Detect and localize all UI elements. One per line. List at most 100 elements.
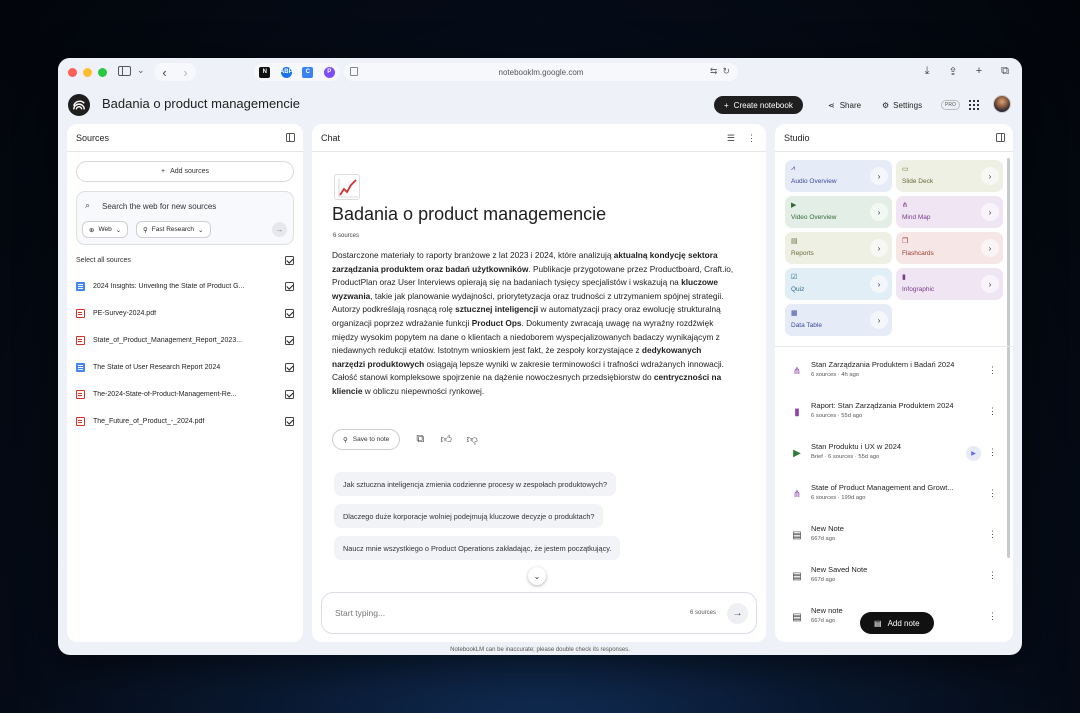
notebook-title[interactable]: Badania o product managemencie bbox=[102, 96, 300, 111]
source-checkbox[interactable] bbox=[285, 309, 294, 318]
share-button[interactable]: ⋖ Share bbox=[822, 96, 867, 114]
suggested-question[interactable]: Dlaczego duże korporacje wolniej podejmu… bbox=[334, 504, 604, 528]
studio-tile-reports[interactable]: ▤ Reports › bbox=[785, 232, 892, 264]
suggested-question[interactable]: Naucz mnie wszystkiego o Product Operati… bbox=[334, 536, 621, 560]
chevron-right-icon[interactable]: › bbox=[870, 167, 888, 185]
chevron-down-icon[interactable]: ⌄ bbox=[137, 65, 145, 76]
web-source-dropdown[interactable]: ⊕ Web ⌄ bbox=[82, 221, 129, 238]
source-item[interactable]: The-2024-State-of-Product-Management-Re.… bbox=[76, 381, 294, 408]
add-note-button[interactable]: ▤ Add note bbox=[860, 612, 934, 634]
notebooklm-logo-icon[interactable] bbox=[68, 94, 90, 116]
chevron-right-icon[interactable]: › bbox=[981, 239, 999, 257]
more-vert-icon[interactable]: ⋮ bbox=[988, 570, 997, 581]
chevron-right-icon[interactable]: › bbox=[870, 203, 888, 221]
chevron-right-icon[interactable]: › bbox=[981, 275, 999, 293]
back-icon[interactable]: ‹ bbox=[162, 65, 166, 80]
adblock-extension-icon[interactable]: ABP bbox=[280, 66, 293, 78]
report-icon: ▤ bbox=[791, 238, 798, 245]
studio-tile-mind-map[interactable]: ⋔ Mind Map › bbox=[896, 196, 1003, 228]
copy-icon[interactable]: ⧉ bbox=[414, 433, 426, 446]
send-button[interactable]: → bbox=[727, 603, 748, 624]
chat-input[interactable]: Start typing... 6 sources → bbox=[321, 592, 757, 634]
response-actions: ⚲ Save to note ⧉ 👍︎ 👎︎ bbox=[332, 429, 478, 450]
search-input[interactable]: Search the web for new sources bbox=[102, 202, 216, 211]
studio-tile-video-overview[interactable]: ▶ Video Overview › bbox=[785, 196, 892, 228]
more-vert-icon[interactable]: ⋮ bbox=[988, 529, 997, 540]
collapse-panel-icon[interactable] bbox=[996, 133, 1005, 142]
source-checkbox[interactable] bbox=[285, 336, 294, 345]
studio-tile-flashcards[interactable]: ❐ Flashcards › bbox=[896, 232, 1003, 264]
select-all-row[interactable]: Select all sources bbox=[76, 254, 294, 266]
chevron-right-icon[interactable]: › bbox=[870, 311, 888, 329]
more-vert-icon[interactable]: ⋮ bbox=[988, 365, 997, 376]
address-bar[interactable]: notebooklm.google.com ⇆ ↻ bbox=[344, 63, 738, 81]
source-name: The_Future_of_Product_-_2024.pdf bbox=[93, 418, 205, 425]
avatar[interactable] bbox=[993, 95, 1011, 113]
studio-note-item[interactable]: ▤ New Saved Note 667d ago ⋮ bbox=[775, 557, 1013, 598]
studio-note-item[interactable]: ▮ Raport: Stan Zarządzania Produktem 2024… bbox=[775, 393, 1013, 434]
source-item[interactable]: The_Future_of_Product_-_2024.pdf bbox=[76, 408, 294, 435]
notion-extension-icon[interactable]: N bbox=[259, 66, 271, 78]
tune-icon[interactable]: ☰ bbox=[727, 133, 735, 144]
add-sources-button[interactable]: + Add sources bbox=[76, 161, 294, 182]
thumbs-down-icon[interactable]: 👎︎ bbox=[466, 434, 478, 446]
studio-note-item[interactable]: ⋔ State of Product Management and Growt..… bbox=[775, 475, 1013, 516]
studio-tile-quiz[interactable]: ☑ Quiz › bbox=[785, 268, 892, 300]
studio-tile-slide-deck[interactable]: ▭ Slide Deck › bbox=[896, 160, 1003, 192]
source-item[interactable]: 2024 Insights: Unveiling the State of Pr… bbox=[76, 273, 294, 300]
close-window-button[interactable] bbox=[68, 67, 77, 77]
more-vert-icon[interactable]: ⋮ bbox=[747, 133, 756, 144]
source-checkbox[interactable] bbox=[285, 363, 294, 372]
tabs-overview-icon[interactable]: ⧉ bbox=[998, 64, 1012, 78]
studio-tile-data-table[interactable]: ▦ Data Table › bbox=[785, 304, 892, 336]
more-vert-icon[interactable]: ⋮ bbox=[988, 447, 997, 458]
studio-note-item[interactable]: ▤ New Note 667d ago ⋮ bbox=[775, 516, 1013, 557]
select-all-checkbox[interactable] bbox=[285, 255, 294, 265]
source-item[interactable]: The State of User Research Report 2024 bbox=[76, 354, 294, 381]
submit-search-button[interactable]: → bbox=[272, 222, 287, 237]
source-checkbox[interactable] bbox=[285, 282, 294, 291]
browser-sidebar-icon[interactable] bbox=[118, 66, 131, 76]
new-tab-icon[interactable]: + bbox=[972, 64, 986, 78]
studio-notes-list: ⋔ Stan Zarządzania Produktem i Badań 2024… bbox=[775, 352, 1013, 639]
plus-icon: + bbox=[724, 100, 729, 110]
source-item[interactable]: State_of_Product_Management_Report_2023.… bbox=[76, 327, 294, 354]
more-vert-icon[interactable]: ⋮ bbox=[988, 488, 997, 499]
source-checkbox[interactable] bbox=[285, 390, 294, 399]
minimize-window-button[interactable] bbox=[83, 67, 92, 77]
studio-tile-infographic[interactable]: ▮ Infographic › bbox=[896, 268, 1003, 300]
note-title: State of Product Management and Growt... bbox=[811, 483, 954, 492]
settings-button[interactable]: ⚙ Settings bbox=[876, 96, 928, 114]
translate-icon[interactable]: ⇆ bbox=[710, 66, 718, 77]
more-vert-icon[interactable]: ⋮ bbox=[988, 611, 997, 622]
collapse-panel-icon[interactable] bbox=[286, 133, 295, 142]
create-notebook-button[interactable]: + Create notebook bbox=[714, 96, 803, 114]
scroll-down-button[interactable]: ⌄ bbox=[528, 567, 546, 585]
save-to-note-button[interactable]: ⚲ Save to note bbox=[332, 429, 401, 450]
note-meta: 6 sources · 55d ago bbox=[811, 413, 863, 419]
extension-icon[interactable]: P bbox=[323, 66, 335, 78]
apps-grid-icon[interactable] bbox=[969, 100, 979, 110]
browser-window: ⌄ ‹ › N ABP C P notebooklm.google.com ⇆ … bbox=[58, 58, 1022, 655]
reload-icon[interactable]: ↻ bbox=[722, 66, 730, 77]
more-vert-icon[interactable]: ⋮ bbox=[988, 406, 997, 417]
suggested-question[interactable]: Jak sztuczna inteligencja zmienia codzie… bbox=[334, 472, 617, 496]
research-mode-dropdown[interactable]: ⚲ Fast Research ⌄ bbox=[136, 221, 211, 238]
play-icon[interactable]: ▶ bbox=[966, 446, 981, 461]
chevron-right-icon[interactable]: › bbox=[981, 167, 999, 185]
chevron-right-icon[interactable]: › bbox=[981, 203, 999, 221]
mindmap-icon: ⋔ bbox=[792, 365, 802, 377]
studio-tile-audio-overview[interactable]: ⩘ Audio Overview › bbox=[785, 160, 892, 192]
forward-icon[interactable]: › bbox=[183, 65, 187, 80]
chevron-right-icon[interactable]: › bbox=[870, 275, 888, 293]
chevron-right-icon[interactable]: › bbox=[870, 239, 888, 257]
studio-note-item[interactable]: ▶ Stan Produktu i UX w 2024 Brief · 6 sour… bbox=[775, 434, 1013, 475]
thumbs-up-icon[interactable]: 👍︎ bbox=[440, 434, 453, 446]
maximize-window-button[interactable] bbox=[98, 67, 107, 77]
source-item[interactable]: PE-Survey-2024.pdf bbox=[76, 300, 294, 327]
source-checkbox[interactable] bbox=[285, 417, 294, 426]
studio-note-item[interactable]: ⋔ Stan Zarządzania Produktem i Badań 2024… bbox=[775, 352, 1013, 393]
share-icon[interactable]: ⇪ bbox=[946, 64, 960, 78]
download-icon[interactable]: ⤓ bbox=[920, 64, 934, 78]
extension-icon[interactable]: C bbox=[302, 66, 314, 78]
